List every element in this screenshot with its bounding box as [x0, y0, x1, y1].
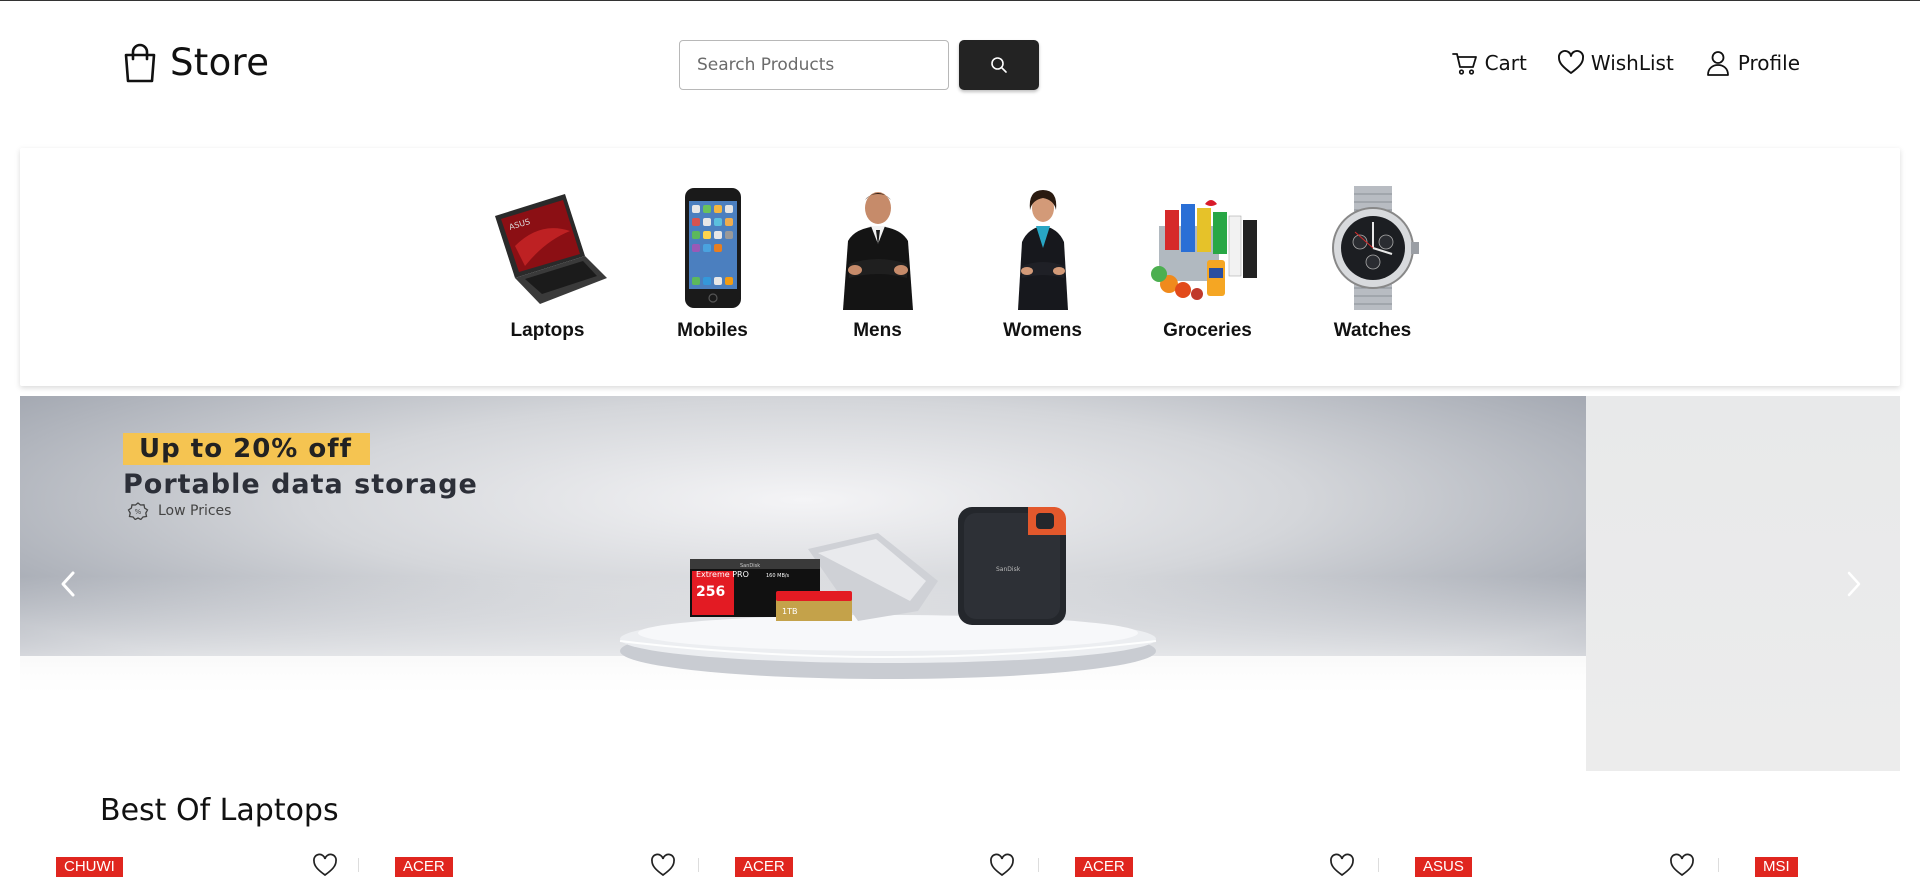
nav-cart-label: Cart: [1484, 51, 1527, 75]
category-watches[interactable]: Watches: [1310, 186, 1435, 342]
category-strip: ASUS Laptops Mobiles Mens Womens Groceri…: [20, 148, 1900, 386]
product-card[interactable]: ACER: [735, 850, 1035, 877]
sd-card-capacity: 256: [696, 584, 725, 600]
storage-products-image: Extreme PRO 256 160 MB/s SanDisk 1TB San…: [619, 507, 1157, 679]
header-nav: Cart WishList Profile: [1451, 49, 1800, 77]
chevron-left-icon: [61, 571, 75, 597]
ssd-brand: SanDisk: [996, 566, 1021, 573]
nav-cart[interactable]: Cart: [1451, 49, 1527, 77]
search-input[interactable]: [679, 40, 949, 90]
header: Store Cart WishList: [0, 1, 1920, 127]
product-card[interactable]: ACER: [395, 850, 695, 877]
heart-icon[interactable]: [1329, 853, 1355, 877]
category-label: Mens: [853, 320, 902, 341]
category-label: Laptops: [510, 320, 585, 341]
heart-icon[interactable]: [312, 853, 338, 877]
user-icon: [1706, 51, 1729, 76]
brand-badge: ACER: [1075, 857, 1133, 877]
carousel-next-button[interactable]: [1838, 568, 1870, 600]
watch-image: [1310, 186, 1435, 310]
banner-carousel: Up to 20% off Portable data storage % Lo…: [20, 396, 1900, 771]
search-button[interactable]: [959, 40, 1039, 90]
sd-card-speed: 160 MB/s: [766, 573, 790, 579]
mobile-image: [650, 186, 775, 310]
shopping-bag-icon: [124, 43, 156, 82]
product-card[interactable]: ACER: [1075, 850, 1375, 877]
nav-wishlist-label: WishList: [1590, 51, 1674, 75]
brand-badge: MSI: [1755, 857, 1798, 877]
sd-card-brand: SanDisk: [740, 563, 760, 569]
product-card[interactable]: MSI: [1755, 850, 1905, 877]
heart-icon: [1557, 50, 1584, 74]
category-womens[interactable]: Womens: [980, 186, 1105, 342]
sd-card-name: Extreme PRO: [696, 570, 749, 579]
category-mobiles[interactable]: Mobiles: [650, 186, 775, 342]
heart-icon[interactable]: [989, 853, 1015, 877]
cart-icon: [1451, 53, 1477, 75]
micro-sd-capacity: 1TB: [782, 607, 797, 616]
category-mens[interactable]: Mens: [815, 186, 940, 342]
offer-subtitle-text: Low Prices: [158, 503, 232, 519]
category-laptops[interactable]: ASUS Laptops: [485, 186, 610, 342]
svg-text:%: %: [135, 508, 142, 516]
brand-badge: ACER: [395, 857, 453, 877]
nav-profile[interactable]: Profile: [1704, 49, 1800, 77]
banner-slide[interactable]: Up to 20% off Portable data storage % Lo…: [20, 396, 1586, 771]
carousel-prev-button[interactable]: [52, 568, 84, 600]
section-title: Best Of Laptops: [100, 793, 339, 828]
category-label: Watches: [1333, 320, 1412, 341]
category-groceries[interactable]: Groceries: [1145, 186, 1270, 342]
search-bar: [679, 40, 1039, 90]
offer-tag: Up to 20% off: [123, 433, 370, 465]
offer-tag-text: Up to 20% off: [139, 434, 352, 464]
brand-badge: ASUS: [1415, 857, 1472, 877]
laptop-image: ASUS: [485, 186, 610, 310]
search-icon: [991, 57, 1007, 73]
category-label: Womens: [1003, 320, 1082, 341]
brand-badge: ACER: [735, 857, 793, 877]
product-row: CHUWI ACER ACER ACER ASUS MSI: [0, 850, 1920, 877]
woman-image: [980, 186, 1105, 310]
product-card[interactable]: ASUS: [1415, 850, 1715, 877]
heart-icon[interactable]: [650, 853, 676, 877]
man-image: [815, 186, 940, 310]
category-label: Mobiles: [677, 320, 748, 341]
category-label: Groceries: [1163, 320, 1252, 341]
product-card[interactable]: CHUWI: [56, 850, 356, 877]
badge-percent-icon: %: [127, 502, 149, 520]
logo[interactable]: Store: [122, 41, 269, 84]
offer-title: Portable data storage: [123, 469, 478, 500]
brand-badge: CHUWI: [56, 857, 123, 877]
logo-text: Store: [170, 41, 270, 84]
chevron-right-icon: [1847, 571, 1861, 597]
nav-wishlist[interactable]: WishList: [1557, 49, 1674, 77]
groceries-image: [1145, 186, 1270, 310]
nav-profile-label: Profile: [1737, 51, 1800, 75]
heart-icon[interactable]: [1669, 853, 1695, 877]
offer-subtitle: % Low Prices: [126, 502, 231, 520]
